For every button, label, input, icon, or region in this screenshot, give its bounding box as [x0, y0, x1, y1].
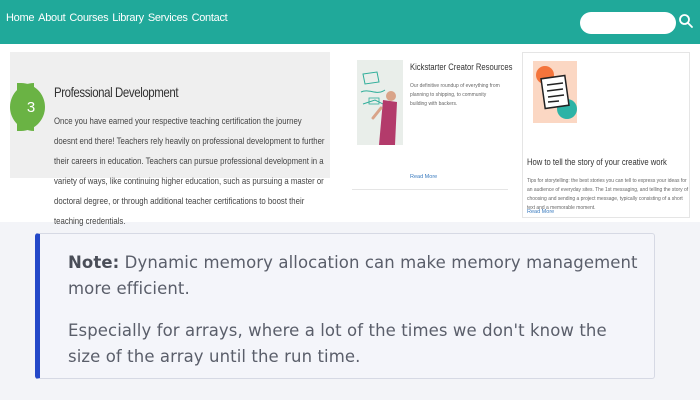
search-input[interactable] — [580, 12, 676, 34]
professional-development-title: Professional Development — [54, 84, 179, 100]
nav-link-about[interactable]: About — [38, 12, 66, 24]
note-text-1: Dynamic memory allocation can make memor… — [68, 253, 638, 298]
read-more-link[interactable]: Read More — [527, 209, 554, 215]
nav-link-services[interactable]: Services — [148, 12, 188, 24]
nav-link-home[interactable]: Home — [6, 12, 34, 24]
note-box: Note: Dynamic memory allocation can make… — [35, 233, 655, 379]
step-number: 3 — [26, 98, 36, 116]
read-more-link[interactable]: Read More — [410, 174, 437, 180]
professional-development-body: Once you have earned your respective tea… — [54, 116, 325, 227]
nav-link-courses[interactable]: Courses — [69, 12, 108, 24]
resource-card-kickstarter[interactable]: Kickstarter Creator Resources Our defini… — [352, 52, 512, 190]
card-title[interactable]: Kickstarter Creator Resources — [410, 62, 512, 72]
search-icon[interactable] — [678, 13, 694, 29]
card-description: Our definitive roundup of everything fro… — [410, 83, 500, 107]
whiteboard-image — [357, 60, 403, 145]
story-illustration — [533, 61, 577, 123]
card-title[interactable]: How to tell the story of your creative w… — [527, 157, 667, 167]
nav-link-library[interactable]: Library — [112, 12, 144, 24]
nav-links: Home About Courses Library Services Cont… — [6, 12, 228, 24]
note-label: Note: — [68, 253, 120, 272]
card-description: Tips for storytelling: the best stories … — [527, 178, 689, 211]
top-navbar: Home About Courses Library Services Cont… — [0, 0, 700, 44]
note-paragraph-1: Note: Dynamic memory allocation can make… — [68, 250, 638, 302]
resource-card-storytelling[interactable]: How to tell the story of your creative w… — [522, 52, 690, 218]
note-paragraph-2: Especially for arrays, where a lot of th… — [68, 321, 607, 366]
nav-link-contact[interactable]: Contact — [192, 12, 228, 24]
